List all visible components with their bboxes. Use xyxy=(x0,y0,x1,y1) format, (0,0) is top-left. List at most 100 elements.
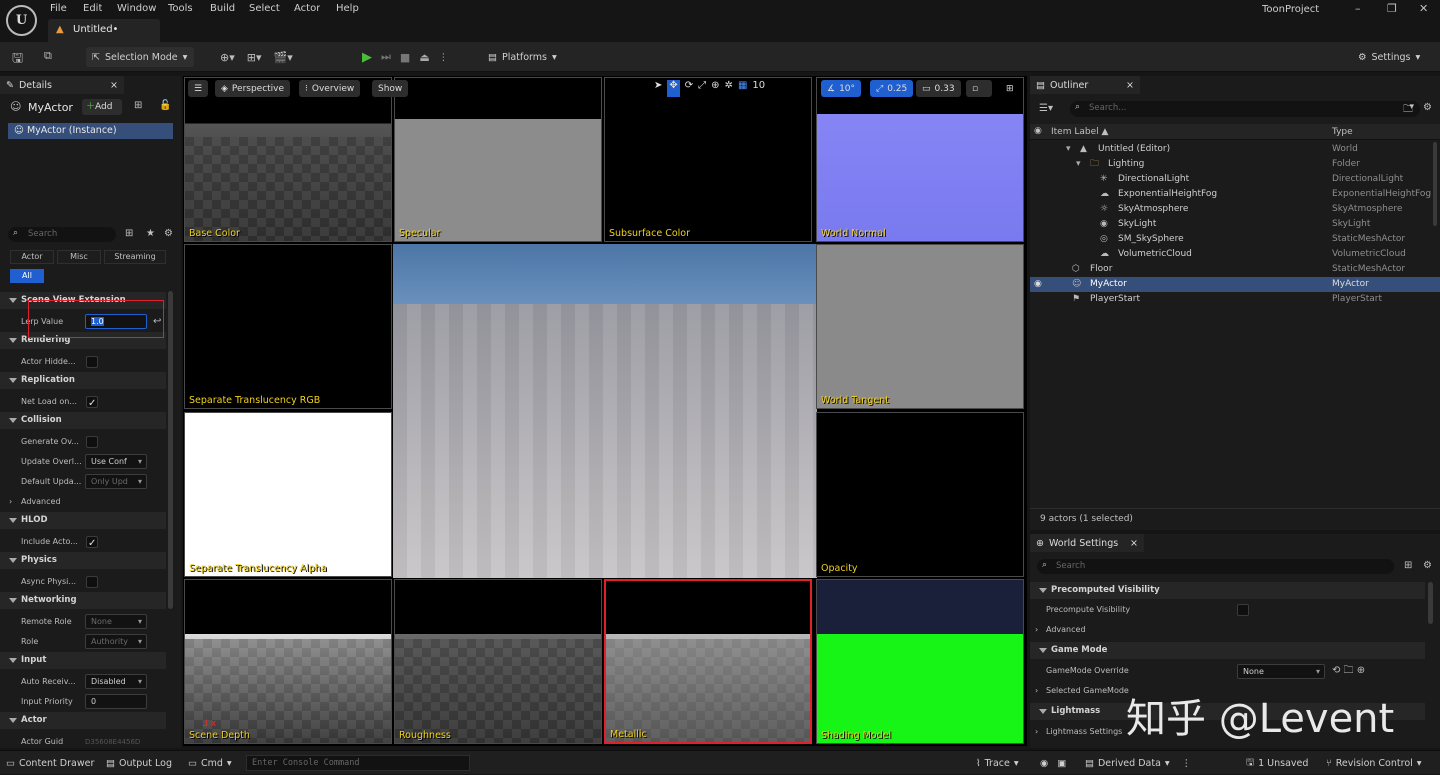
menu-window[interactable]: Window xyxy=(117,3,156,14)
section-actor[interactable]: Actor xyxy=(0,712,166,729)
rotate-icon[interactable]: ⟳ xyxy=(685,80,693,97)
revision-control-button[interactable]: ⑂ Revision Control ▾ xyxy=(1326,751,1422,775)
eject-icon[interactable]: ⏏ xyxy=(419,51,429,64)
platforms-button[interactable]: ▤ Platforms ▾ xyxy=(482,47,562,67)
close-button[interactable]: ✕ xyxy=(1419,2,1428,15)
cinematics-icon[interactable]: 🎬▾ xyxy=(274,51,293,64)
outliner-tab[interactable]: ▤ Outliner × xyxy=(1030,76,1140,94)
unreal-logo-icon[interactable]: U xyxy=(6,5,37,36)
property-combo[interactable]: None xyxy=(85,614,147,629)
buffer-tile[interactable]: Roughness xyxy=(394,579,602,744)
grid-size[interactable]: 10 xyxy=(752,80,765,97)
buffer-tile[interactable]: Separate Translucency Alpha xyxy=(184,412,392,577)
play-icon[interactable]: ▶ xyxy=(362,50,372,65)
outliner-search-input[interactable]: ⌕ Search... ▾ xyxy=(1070,101,1420,117)
world-advanced-row[interactable]: › Advanced xyxy=(1030,620,1425,640)
property-checkbox[interactable] xyxy=(86,394,98,412)
angle-snap-button[interactable]: ∡ 10° xyxy=(821,80,862,97)
scale-snap-button[interactable]: ⤢ 0.25 xyxy=(870,80,914,97)
outliner-row[interactable]: ▾ 🗀 Lighting Folder xyxy=(1030,157,1440,172)
settings-button[interactable]: ⚙ Settings ▾ xyxy=(1352,47,1426,67)
col-type[interactable]: Type xyxy=(1332,127,1353,137)
buffer-tile[interactable]: Specular xyxy=(394,77,602,242)
section-input[interactable]: Input xyxy=(0,652,166,669)
buffer-tile[interactable]: Base Color xyxy=(184,77,392,242)
property-combo[interactable]: Disabled xyxy=(85,674,147,689)
property-row[interactable]: › Advanced xyxy=(0,492,166,512)
buffer-tile[interactable]: Metallic xyxy=(604,579,812,744)
show-button[interactable]: Show xyxy=(372,80,409,97)
add-actor-icon[interactable]: ⊕▾ xyxy=(220,51,235,64)
details-scrollbar[interactable] xyxy=(168,291,173,609)
outliner-row[interactable]: ☁ ExponentialHeightFog ExponentialHeightFo… xyxy=(1030,187,1440,202)
close-icon[interactable]: × xyxy=(1126,80,1134,91)
property-checkbox[interactable] xyxy=(86,356,98,368)
outliner-row[interactable]: ☁ VolumetricCloud VolumetricCloud xyxy=(1030,247,1440,262)
outliner-row[interactable]: ⚑ PlayerStart PlayerStart xyxy=(1030,292,1440,307)
perspective-button[interactable]: ◈ Perspective xyxy=(215,80,291,97)
table-view-icon[interactable]: ⊞ xyxy=(1404,560,1412,571)
cmd-button[interactable]: ▭ Cmd ▾ xyxy=(188,751,232,775)
select-icon[interactable]: ➤ xyxy=(654,80,662,97)
buffer-tile[interactable]: World Tangent xyxy=(816,244,1024,409)
blueprint-icon[interactable]: ⊞▾ xyxy=(247,51,262,64)
outliner-row[interactable]: ☼ SkyAtmosphere SkyAtmosphere xyxy=(1030,202,1440,217)
world-icon[interactable]: ⊕ xyxy=(711,80,719,97)
document-tab[interactable]: ▲ Untitled• xyxy=(48,19,160,42)
col-item-label[interactable]: Item Label ▲ xyxy=(1051,127,1108,137)
menu-tools[interactable]: Tools xyxy=(168,3,193,14)
menu-file[interactable]: File xyxy=(50,3,67,14)
gear-icon[interactable]: ⚙ xyxy=(1423,560,1432,571)
surface-snap-icon[interactable]: ✲ xyxy=(725,80,733,97)
selection-mode-button[interactable]: ⇱ Selection Mode ▾ xyxy=(86,47,194,67)
property-checkbox[interactable] xyxy=(86,534,98,552)
section-physics[interactable]: Physics xyxy=(0,552,166,569)
menu-help[interactable]: Help xyxy=(336,3,359,14)
outliner-scrollbar[interactable] xyxy=(1433,142,1437,226)
gamemode-combo[interactable]: None xyxy=(1237,664,1325,679)
output-log-button[interactable]: ▤ Output Log xyxy=(106,751,172,775)
maximize-button[interactable]: ❐ xyxy=(1387,2,1397,15)
outliner-row[interactable]: ✳ DirectionalLight DirectionalLight xyxy=(1030,172,1440,187)
buffer-tile[interactable]: Subsurface Color xyxy=(604,77,812,242)
section-precomputed[interactable]: Precomputed Visibility xyxy=(1030,582,1425,599)
minimize-button[interactable]: – xyxy=(1355,2,1361,15)
menu-build[interactable]: Build xyxy=(210,3,235,14)
chevron-down-icon[interactable]: ▾ xyxy=(1076,157,1081,172)
outliner-row[interactable]: ◎ SM_SkySphere StaticMeshActor xyxy=(1030,232,1440,247)
buffer-tile[interactable]: Scene Depth ⅃ x xyxy=(184,579,392,744)
camera-speed-button[interactable]: ▭ 0.33 xyxy=(916,80,961,97)
more-options-icon[interactable]: ⋮ xyxy=(439,52,449,63)
section-collision[interactable]: Collision xyxy=(0,412,166,429)
property-checkbox[interactable] xyxy=(86,436,98,448)
buffer-tile[interactable]: World Normal xyxy=(816,77,1024,242)
section-game-mode[interactable]: Game Mode xyxy=(1030,642,1425,659)
outliner-row[interactable]: ◉ SkyLight SkyLight xyxy=(1030,217,1440,232)
derived-data-button[interactable]: ▤ Derived Data ▾ ⋮ xyxy=(1085,751,1191,775)
menu-actor[interactable]: Actor xyxy=(294,3,320,14)
precompute-checkbox[interactable] xyxy=(1237,604,1249,616)
save-icon[interactable]: 🖫 xyxy=(12,49,23,71)
level-viewport[interactable]: Base Color Specular Subsurface Color World … xyxy=(183,76,1027,746)
property-number-input[interactable]: 0 xyxy=(85,694,147,709)
chevron-down-icon[interactable]: ▾ xyxy=(1066,142,1071,157)
outliner-row[interactable]: ⬡ Floor StaticMeshActor xyxy=(1030,262,1440,277)
eye-icon[interactable]: ◉ xyxy=(1034,277,1042,292)
layout-button[interactable]: ⊞ xyxy=(1000,80,1020,97)
viewport-size-button[interactable]: ▫ xyxy=(966,80,992,97)
buffer-tile[interactable]: Opacity xyxy=(816,412,1024,577)
buffer-tile[interactable]: Separate Translucency RGB xyxy=(184,244,392,409)
filter-icon[interactable]: ☰▾ xyxy=(1039,103,1053,114)
skip-icon[interactable]: ⏭ xyxy=(381,50,391,64)
unsaved-button[interactable]: 🖫 1 Unsaved xyxy=(1246,751,1308,775)
property-combo[interactable]: Authority xyxy=(85,634,147,649)
gear-icon[interactable]: ⚙ xyxy=(1423,102,1432,113)
section-replication[interactable]: Replication xyxy=(0,372,166,389)
browse-icons[interactable]: ⟲ 🗀 ⊕ xyxy=(1332,661,1365,681)
console-input[interactable]: Enter Console Command xyxy=(246,755,470,771)
menu-edit[interactable]: Edit xyxy=(83,3,102,14)
content-drawer-button[interactable]: ▭ Content Drawer xyxy=(6,751,94,775)
section-networking[interactable]: Networking xyxy=(0,592,166,609)
add-folder-icon[interactable]: 🗀 xyxy=(1403,102,1413,119)
menu-select[interactable]: Select xyxy=(249,3,280,14)
